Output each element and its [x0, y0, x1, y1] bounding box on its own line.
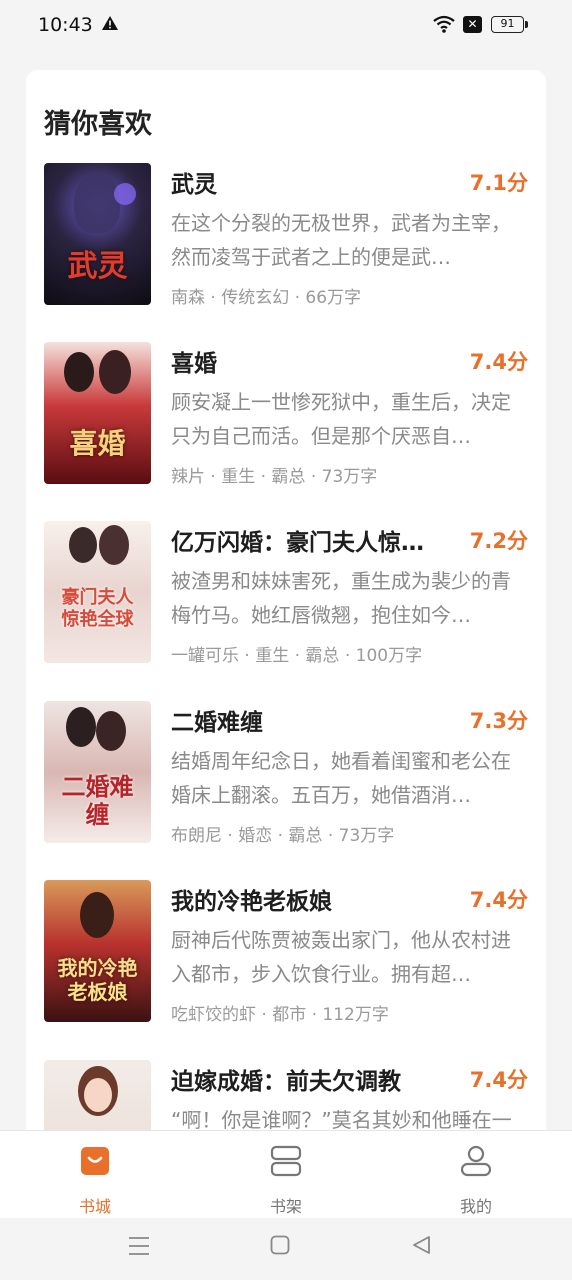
status-time: 10:43 [38, 14, 93, 36]
book-cover[interactable]: 豪门夫人惊艳全球 [44, 521, 151, 663]
book-title[interactable]: 武灵 [171, 165, 451, 199]
book-score: 7.1分 [469, 171, 528, 195]
book-description: 被渣男和妹妹害死，重生成为裴少的青梅竹马。她红唇微翘，抱住如今… [171, 569, 511, 627]
cover-title: 豪门夫人惊艳全球 [61, 587, 134, 630]
menu-icon[interactable] [128, 1236, 150, 1260]
book-item[interactable]: 武灵 武灵 7.1分 在这个分裂的无极世界，武者为主宰，然而凌驾于武者之上的便是… [44, 163, 528, 308]
book-description: 厨神后代陈贾被轰出家门，他从农村进入都市，步入饮食行业。拥有超… [171, 928, 511, 986]
book-meta: 南森 · 传统玄幻 · 66万字 [171, 288, 362, 308]
back-icon[interactable] [411, 1235, 431, 1259]
bookshelf-icon [270, 1145, 302, 1177]
nav-tab-bookstore[interactable]: 书城 [45, 1141, 145, 1216]
nav-tab-bookshelf[interactable]: 书架 [236, 1141, 336, 1216]
book-score: 7.4分 [469, 350, 528, 374]
nav-tab-profile[interactable]: 我的 [426, 1141, 526, 1216]
book-score: 7.4分 [469, 1068, 528, 1092]
section-title: 猜你喜欢 [44, 109, 152, 140]
cover-title: 武灵 [67, 249, 128, 284]
book-meta: 一罐可乐 · 重生 · 霸总 · 100万字 [171, 646, 423, 666]
book-cover[interactable]: 二婚难缠 [44, 701, 151, 843]
book-title[interactable]: 迫嫁成婚：前夫欠调教 [171, 1062, 451, 1096]
nav-label: 书架 [269, 1197, 302, 1216]
recommendation-card: 猜你喜欢 武灵 武灵 7.1分 在这个分裂的无极世界，武者为主宰，然而凌驾于武者… [26, 70, 546, 1150]
battery-icon: 91 [491, 16, 528, 33]
bookstore-bag-icon [79, 1145, 111, 1177]
book-meta: 布朗尼 · 婚恋 · 霸总 · 73万字 [171, 826, 395, 846]
system-navigation-bar [0, 1218, 572, 1280]
book-item[interactable]: 豪门夫人惊艳全球 亿万闪婚：豪门夫人惊… 7.2分 被渣男和妹妹害死，重生成为裴… [44, 521, 528, 666]
book-meta: 吃虾饺的虾 · 都市 · 112万字 [171, 1005, 389, 1025]
book-score: 7.3分 [469, 709, 528, 733]
cover-title: 我的冷艳老板娘 [57, 956, 138, 1004]
nav-label: 书城 [78, 1197, 111, 1216]
book-item[interactable]: 二婚难缠 二婚难缠 7.3分 结婚周年纪念日，她看着闺蜜和老公在婚床上翻滚。五百… [44, 701, 528, 846]
battery-level: 91 [500, 17, 515, 30]
book-item[interactable]: 喜婚 喜婚 7.4分 顾安凝上一世惨死狱中，重生后，决定只为自己而活。但是那个厌… [44, 342, 528, 487]
status-bar: 10:43 ✕ 91 [0, 0, 572, 52]
notification-x-icon: ✕ [463, 16, 482, 33]
book-description: 在这个分裂的无极世界，武者为主宰，然而凌驾于武者之上的便是武… [171, 211, 511, 269]
cover-title: 二婚难缠 [61, 772, 134, 829]
book-title[interactable]: 我的冷艳老板娘 [171, 882, 451, 916]
book-title[interactable]: 二婚难缠 [171, 703, 451, 737]
book-title[interactable]: 喜婚 [171, 344, 451, 378]
book-meta: 辣片 · 重生 · 霸总 · 73万字 [171, 467, 378, 487]
book-item[interactable]: 我的冷艳老板娘 我的冷艳老板娘 7.4分 厨神后代陈贾被轰出家门，他从农村进入都… [44, 880, 528, 1025]
home-icon[interactable] [270, 1235, 290, 1259]
book-description: 结婚周年纪念日，她看着闺蜜和老公在婚床上翻滚。五百万，她借酒消… [171, 749, 511, 807]
nav-label: 我的 [459, 1197, 492, 1216]
cover-title: 喜婚 [69, 427, 126, 460]
bottom-navigation: 书城 书架 我的 [0, 1130, 572, 1218]
wifi-icon [432, 14, 456, 38]
book-description: 顾安凝上一世惨死狱中，重生后，决定只为自己而活。但是那个厌恶自… [171, 390, 511, 448]
book-cover[interactable]: 喜婚 [44, 342, 151, 484]
book-score: 7.2分 [469, 529, 528, 553]
book-score: 7.4分 [469, 888, 528, 912]
warning-icon [101, 15, 119, 35]
book-title[interactable]: 亿万闪婚：豪门夫人惊… [171, 523, 451, 557]
book-cover[interactable]: 我的冷艳老板娘 [44, 880, 151, 1022]
book-cover[interactable]: 武灵 [44, 163, 151, 305]
profile-icon [460, 1145, 492, 1177]
